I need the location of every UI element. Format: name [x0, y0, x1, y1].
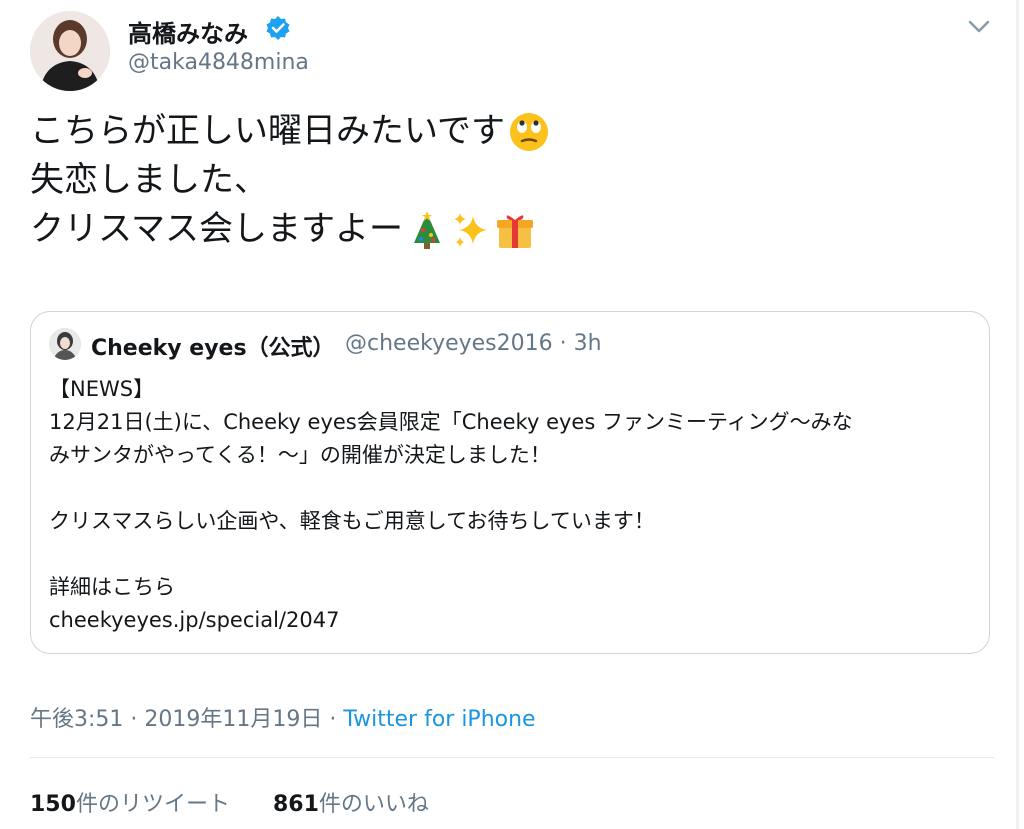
quote-handle-time: @cheekyeyes2016 · 3h	[345, 331, 602, 356]
like-count: 861	[272, 792, 319, 817]
chevron-down-icon[interactable]	[965, 14, 993, 38]
divider	[30, 757, 994, 758]
scrollbar[interactable]	[1016, 0, 1019, 829]
quote-line: みサンタがやってくる！〜」の開催が決定しました！	[49, 443, 551, 467]
tweet-stats: 150件のリツイート 861件のいいね	[30, 786, 429, 818]
display-name[interactable]: 高橋みなみ	[128, 14, 248, 49]
avatar[interactable]	[30, 11, 110, 91]
tweet-text: こちらが正しい曜日みたいです 失恋しました、 クリスマス会しますよー	[30, 107, 549, 254]
quote-line: 12月21日(土)に、Cheeky eyes会員限定「Cheeky eyes フ…	[49, 410, 853, 434]
quote-line: 詳細はこちら	[49, 575, 175, 599]
christmas-tree-icon	[407, 210, 447, 250]
author-handle[interactable]: @taka4848mina	[128, 50, 309, 75]
tweet-source-link[interactable]: Twitter for iPhone	[343, 707, 535, 732]
wrapped-gift-icon	[495, 210, 535, 250]
quote-link[interactable]: cheekyeyes.jp/special/2047	[49, 604, 974, 637]
quote-body: 【NEWS】 12月21日(土)に、Cheeky eyes会員限定「Cheeky…	[49, 373, 974, 637]
sparkles-icon	[451, 210, 491, 250]
like-stat[interactable]: 861件のいいね	[273, 792, 429, 817]
quote-avatar[interactable]	[49, 328, 81, 360]
quote-author-name[interactable]: Cheeky eyes（公式）	[91, 330, 335, 362]
tweet-timestamp: 午後3:51 · 2019年11月19日 · Twitter for iPhon…	[30, 701, 536, 733]
retweet-count: 150	[30, 792, 76, 817]
verified-badge-icon	[265, 15, 291, 41]
quote-line: クリスマスらしい企画や、軽食もご用意してお待ちしています！	[49, 509, 655, 533]
quoted-tweet[interactable]: Cheeky eyes（公式） @cheekyeyes2016 · 3h 【NE…	[30, 311, 990, 654]
tweet-time: 午後3:51 · 2019年11月19日 ·	[30, 707, 344, 732]
quote-line: 【NEWS】	[49, 377, 155, 401]
tweet-line: クリスマス会しますよー	[30, 209, 403, 249]
quote-line	[49, 472, 974, 505]
retweet-label: 件のリツイート	[75, 792, 230, 817]
quote-line	[49, 538, 974, 571]
like-label: 件のいいね	[318, 792, 429, 817]
retweet-stat[interactable]: 150件のリツイート	[30, 792, 230, 817]
tweet-line: 失恋しました、	[30, 160, 268, 200]
tweet-line: こちらが正しい曜日みたいです	[30, 111, 505, 151]
face-with-rolling-eyes-icon	[509, 112, 549, 152]
